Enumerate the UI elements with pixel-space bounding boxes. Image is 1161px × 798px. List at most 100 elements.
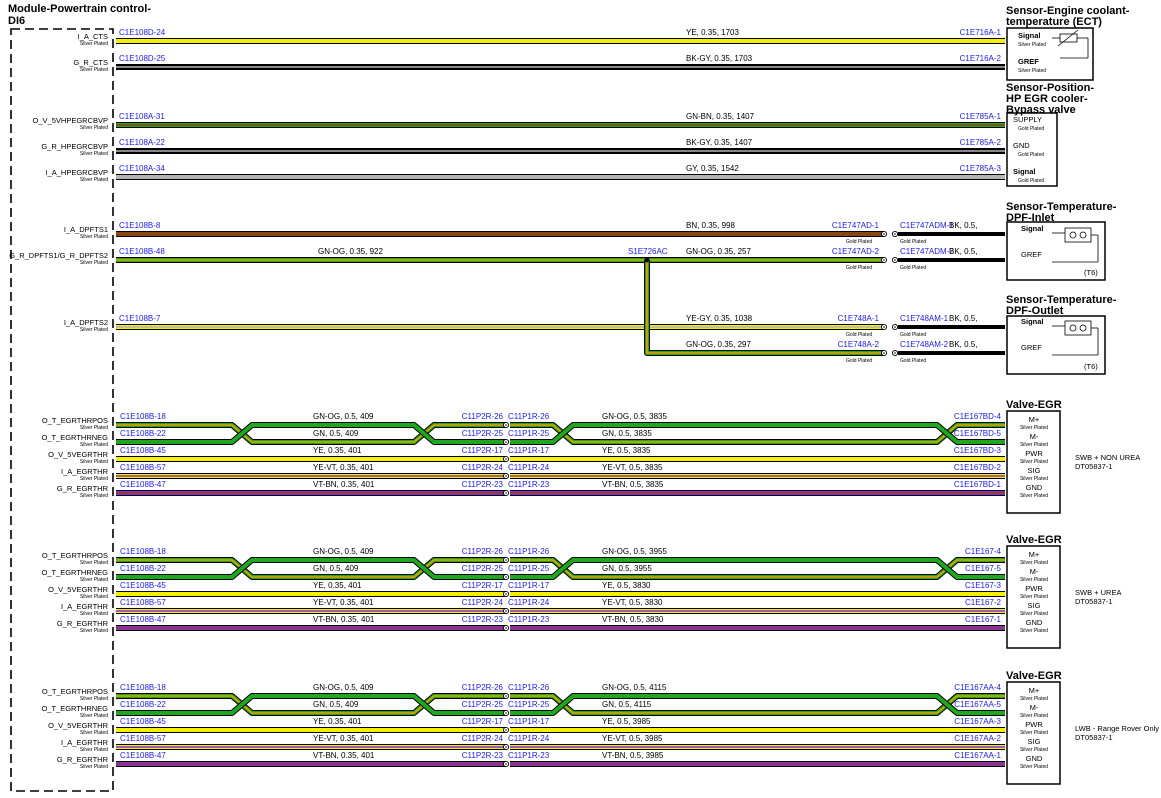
module-pin-plating: Silver Plated <box>80 730 108 736</box>
egr-valve-title: Valve-EGR <box>1006 534 1062 546</box>
inline-connector-node-dot <box>505 441 507 443</box>
inline-plating-b: Gold Plated <box>900 239 926 245</box>
module-connector-pin: C1E108A-34 <box>119 164 165 173</box>
valve-connector-pin: C1E167BD-5 <box>954 429 1002 438</box>
inline-connector-node-dot <box>883 233 885 235</box>
inline-connector-b: C11P1R-23 <box>508 480 550 489</box>
inline-connector-node-dot <box>883 352 885 354</box>
module-connector-pin: C1E108B-45 <box>120 581 166 590</box>
splice-dot <box>644 257 650 263</box>
module-pin-label: G_R_EGRTHR <box>57 619 109 628</box>
inline-connector-b: C11P1R-24 <box>508 463 550 472</box>
valve-pin-plating: Silver Plated <box>1020 577 1048 583</box>
inline-connector-node-dot <box>505 627 507 629</box>
wire-spec-label-b: GN-OG, 0.5, 3835 <box>602 412 667 421</box>
lead-spec-label: BK, 0.5, <box>949 340 977 349</box>
module-pin-label: I_A_EGRTHR <box>61 738 109 747</box>
inline-connector-a: C11P2R-25 <box>462 564 504 573</box>
inline-connector-a: C11P2R-26 <box>462 683 504 692</box>
lead-spec-label: BK, 0.5, <box>949 247 977 256</box>
module-connector-pin: C1E108B-8 <box>119 221 161 230</box>
module-pin-plating: Silver Plated <box>80 560 108 566</box>
wire-spec-label-b: YE-VT, 0.5, 3830 <box>602 598 663 607</box>
sensor-pin-name: Signal <box>1021 224 1044 233</box>
module-connector-pin: C1E108B-22 <box>120 700 166 709</box>
inline-connector-node-dot <box>505 763 507 765</box>
wire-spec-label-a: VT-BN, 0.35, 401 <box>313 751 375 760</box>
wire-spec-label-b: GN-OG, 0.5, 3955 <box>602 547 667 556</box>
sensor-pin-name: GREF <box>1021 250 1042 259</box>
wire-spec-label-b: VT-BN, 0.5, 3985 <box>602 751 664 760</box>
module-connector-pin: C1E108B-47 <box>120 480 166 489</box>
module-connector-pin: C1E108B-18 <box>120 683 166 692</box>
wire-spec-label: GN-OG, 0.35, 297 <box>686 340 751 349</box>
valve-pin-name: PWR <box>1025 449 1043 458</box>
sensor-connector-pin: C1E716A-2 <box>960 54 1002 63</box>
valve-connector-pin: C1E167AA-4 <box>954 683 1001 692</box>
module-connector-pin: C1E108B-22 <box>120 564 166 573</box>
module-pin-plating: Silver Plated <box>80 628 108 634</box>
wire-spec-label-a: YE-VT, 0.35, 401 <box>313 598 374 607</box>
valve-connector-pin: C1E167-4 <box>965 547 1002 556</box>
sensor-connector-pin: C1E785A-2 <box>960 138 1002 147</box>
sensor-pin-name: SUPPLY <box>1013 115 1042 124</box>
valve-pin-name: M+ <box>1029 686 1040 695</box>
module-pin-plating: Silver Plated <box>80 442 108 448</box>
inline-plating-a: Gold Plated <box>846 239 872 245</box>
variant-doc-note: DT05837-1 <box>1075 733 1113 742</box>
valve-pin-plating: Silver Plated <box>1020 560 1048 566</box>
wire-spec-label-b: YE-VT, 0.5, 3835 <box>602 463 663 472</box>
inline-connector-a: C11P2R-25 <box>462 700 504 709</box>
valve-connector-pin: C1E167BD-1 <box>954 480 1002 489</box>
wire-spec-label-b: GN-OG, 0.5, 4115 <box>602 683 667 692</box>
module-pin-label: G_R_CTS <box>73 58 108 67</box>
module-connector-pin: C1E108B-47 <box>120 615 166 624</box>
inline-connector-a: C11P2R-23 <box>462 480 504 489</box>
valve-connector-pin: C1E167BD-3 <box>954 446 1002 455</box>
inline-connector-b: C1E748AM-1 <box>900 314 949 323</box>
valve-pin-plating: Silver Plated <box>1020 730 1048 736</box>
inline-connector-a: C11P2R-23 <box>462 615 504 624</box>
module-pin-plating: Silver Plated <box>80 425 108 431</box>
dpf-outlet-t6-label: (T6) <box>1084 362 1098 371</box>
inline-connector-b: C11P1R-26 <box>508 412 550 421</box>
wire-spec-label-a: YE, 0.35, 401 <box>313 581 362 590</box>
wire-spec-label-a: GN-OG, 0.5, 409 <box>313 683 374 692</box>
module-pin-label: I_A_HPEGRCBVP <box>45 168 108 177</box>
inline-plating-a: Gold Plated <box>846 332 872 338</box>
wire-spec-label: YE, 0.35, 1703 <box>686 28 739 37</box>
module-pin-label: O_V_5VEGRTHR <box>48 721 108 730</box>
egr-valve-title: Valve-EGR <box>1006 399 1062 411</box>
lead-spec-label: BK, 0.5, <box>949 221 977 230</box>
inline-connector-b: C1E747ADM-1 <box>900 221 954 230</box>
inline-connector-a: C11P2R-25 <box>462 429 504 438</box>
inline-plating-a: Gold Plated <box>846 358 872 364</box>
inline-connector-a: C11P2R-26 <box>462 412 504 421</box>
valve-pin-name: GND <box>1026 483 1043 492</box>
module-pin-label: O_T_EGRTHRNEG <box>41 568 108 577</box>
valve-connector-pin: C1E167-1 <box>965 615 1002 624</box>
module-title-line1: Module-Powertrain control- <box>8 3 151 15</box>
module-pin-label: O_T_EGRTHRPOS <box>42 687 108 696</box>
module-connector-pin: C1E108A-22 <box>119 138 165 147</box>
sensor-pin-plating: Gold Plated <box>1018 152 1044 158</box>
module-pin-label: O_T_EGRTHRPOS <box>42 551 108 560</box>
inline-connector-node-dot <box>505 559 507 561</box>
valve-pin-plating: Silver Plated <box>1020 493 1048 499</box>
valve-pin-name: SIG <box>1028 601 1041 610</box>
valve-connector-pin: C1E167-5 <box>965 564 1002 573</box>
module-pin-label: O_V_5VEGRTHR <box>48 450 108 459</box>
valve-pin-name: GND <box>1026 618 1043 627</box>
valve-connector-pin: C1E167BD-2 <box>954 463 1002 472</box>
inline-connector-b: C11P1R-17 <box>508 581 550 590</box>
inline-connector-b: C11P1R-23 <box>508 751 550 760</box>
module-pin-plating: Silver Plated <box>80 594 108 600</box>
valve-pin-plating: Silver Plated <box>1020 696 1048 702</box>
valve-pin-name: PWR <box>1025 720 1043 729</box>
module-pin-plating: Silver Plated <box>80 459 108 465</box>
valve-pin-plating: Silver Plated <box>1020 611 1048 617</box>
dpf-inlet-thermocouple-icon <box>1052 227 1099 263</box>
module-pin-label: I_A_CTS <box>78 32 108 41</box>
valve-connector-pin: C1E167BD-4 <box>954 412 1002 421</box>
inline-connector-node-dot <box>894 233 896 235</box>
